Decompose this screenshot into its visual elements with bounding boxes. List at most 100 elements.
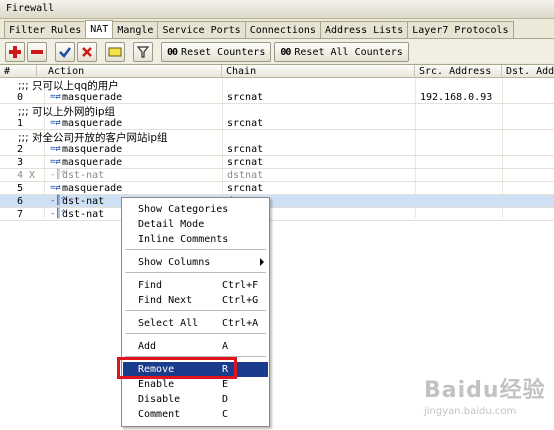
row-number: 3 xyxy=(17,157,24,168)
menu-disable[interactable]: Disable D xyxy=(123,392,268,407)
menu-show-categories[interactable]: Show Categories xyxy=(123,202,268,217)
row-action: masquerade xyxy=(62,92,123,103)
column-src-address[interactable]: Src. Address xyxy=(415,65,502,78)
row-chain: srcnat xyxy=(227,157,264,168)
tab-bar: Filter Rules NAT Mangle Service Ports Co… xyxy=(0,20,554,38)
row-action: dst-nat xyxy=(62,196,105,207)
toolbar: 00 Reset Counters 00 Reset All Counters xyxy=(0,38,554,63)
disabled-flag: X xyxy=(29,170,36,181)
window-title: Firewall xyxy=(0,0,554,19)
reset-counters-label: Reset Counters xyxy=(181,46,266,58)
row-action: masquerade xyxy=(62,118,123,129)
column-chain[interactable]: Chain xyxy=(222,65,415,78)
row-src-address: 192.168.0.93 xyxy=(420,92,493,103)
row-chain: srcnat xyxy=(227,118,264,129)
tab-address-lists[interactable]: Address Lists xyxy=(319,21,409,38)
plus-icon xyxy=(9,46,21,58)
menu-separator xyxy=(125,249,266,250)
remove-button[interactable] xyxy=(27,42,47,62)
row-chain: srcnat xyxy=(227,183,264,194)
disable-button[interactable] xyxy=(77,42,97,62)
row-number: 0 xyxy=(17,92,24,103)
reset-all-counters-button[interactable]: 00 Reset All Counters xyxy=(274,42,409,62)
masquerade-icon: =⇄ xyxy=(50,183,61,193)
shortcut: Ctrl+A xyxy=(222,318,259,329)
x-icon xyxy=(82,47,92,57)
menu-remove[interactable]: Remove R xyxy=(123,362,268,377)
menu-detail-mode[interactable]: Detail Mode xyxy=(123,217,268,232)
filter-button[interactable] xyxy=(133,42,153,62)
tab-filter-rules[interactable]: Filter Rules xyxy=(4,21,87,38)
menu-show-columns[interactable]: Show Columns xyxy=(123,255,268,270)
masquerade-icon: =⇄ xyxy=(50,92,61,102)
row-number: 5 xyxy=(17,183,24,194)
row-number: 6 xyxy=(17,196,24,207)
comment-row: ;;; 只可以上qq的用户 xyxy=(0,78,554,92)
enable-button[interactable] xyxy=(55,42,75,62)
table-row[interactable]: 7 -║^ dst-nat xyxy=(0,208,554,221)
row-number: 4 xyxy=(17,170,24,181)
table-row[interactable]: 6 -║^ dst-nat dstnat xyxy=(0,195,554,208)
row-chain: dstnat xyxy=(227,170,264,181)
table-row[interactable]: 2 =⇄ masquerade srcnat xyxy=(0,143,554,156)
row-action: masquerade xyxy=(62,144,123,155)
column-action[interactable]: Action xyxy=(44,65,222,78)
row-number: 2 xyxy=(17,144,24,155)
shortcut: A xyxy=(222,341,229,352)
counter-icon: 00 xyxy=(280,46,291,58)
masquerade-icon: =⇄ xyxy=(50,118,61,128)
row-chain: srcnat xyxy=(227,144,264,155)
menu-select-all[interactable]: Select All Ctrl+A xyxy=(123,316,268,331)
table-row[interactable]: 0 =⇄ masquerade srcnat 192.168.0.93 xyxy=(0,91,554,104)
column-dst-address[interactable]: Dst. Add... xyxy=(502,65,554,78)
menu-enable[interactable]: Enable E xyxy=(123,377,268,392)
submenu-arrow-icon xyxy=(260,258,264,266)
masquerade-icon: =⇄ xyxy=(50,157,61,167)
menu-separator xyxy=(125,310,266,311)
row-chain: srcnat xyxy=(227,92,264,103)
row-action: dst-nat xyxy=(62,170,105,181)
table-row[interactable]: 3 =⇄ masquerade srcnat xyxy=(0,156,554,169)
tab-connections[interactable]: Connections xyxy=(244,21,321,38)
menu-separator xyxy=(125,272,266,273)
menu-find-next[interactable]: Find Next Ctrl+G xyxy=(123,293,268,308)
menu-separator xyxy=(125,356,266,357)
tab-layer7-protocols[interactable]: Layer7 Protocols xyxy=(407,21,514,38)
reset-all-counters-label: Reset All Counters xyxy=(294,46,403,58)
context-menu: Show Categories Detail Mode Inline Comme… xyxy=(121,197,270,427)
table-row[interactable]: 5 =⇄ masquerade srcnat xyxy=(0,182,554,195)
tab-nat[interactable]: NAT xyxy=(85,20,114,38)
menu-comment[interactable]: Comment C xyxy=(123,407,268,422)
shortcut: C xyxy=(222,409,229,420)
minus-icon xyxy=(31,50,43,54)
shortcut: Ctrl+G xyxy=(222,295,259,306)
watermark-url: jingyan.baidu.com xyxy=(424,406,517,417)
note-icon xyxy=(108,47,122,57)
masquerade-icon: =⇄ xyxy=(50,144,61,154)
row-action: dst-nat xyxy=(62,209,105,220)
funnel-icon xyxy=(137,46,149,58)
comment-button[interactable] xyxy=(105,42,125,62)
add-button[interactable] xyxy=(5,42,25,62)
watermark-logo: Baidu经验 xyxy=(424,378,546,403)
menu-find[interactable]: Find Ctrl+F xyxy=(123,278,268,293)
row-action: masquerade xyxy=(62,157,123,168)
tab-mangle[interactable]: Mangle xyxy=(112,21,159,38)
dst-nat-icon: -║^ xyxy=(50,209,67,219)
dst-nat-icon: -║^ xyxy=(50,196,67,206)
shortcut: Ctrl+F xyxy=(222,280,259,291)
table-row[interactable]: 1 =⇄ masquerade srcnat xyxy=(0,117,554,130)
shortcut: E xyxy=(222,379,229,390)
comment-row: ;;; 对全公司开放的客户网站ip组 xyxy=(0,130,554,144)
tab-service-ports[interactable]: Service Ports xyxy=(157,21,246,38)
row-number: 7 xyxy=(17,209,24,220)
dst-nat-icon: -║^ xyxy=(50,170,67,180)
counter-icon: 00 xyxy=(167,46,178,58)
table-row[interactable]: 4 X -║^ dst-nat dstnat xyxy=(0,169,554,182)
row-action: masquerade xyxy=(62,183,123,194)
menu-inline-comments[interactable]: Inline Comments xyxy=(123,232,268,247)
menu-add[interactable]: Add A xyxy=(123,339,268,354)
reset-counters-button[interactable]: 00 Reset Counters xyxy=(161,42,272,62)
watermark: Baidu经验 jingyan.baidu.com xyxy=(424,372,552,424)
column-number[interactable]: # xyxy=(0,65,37,78)
